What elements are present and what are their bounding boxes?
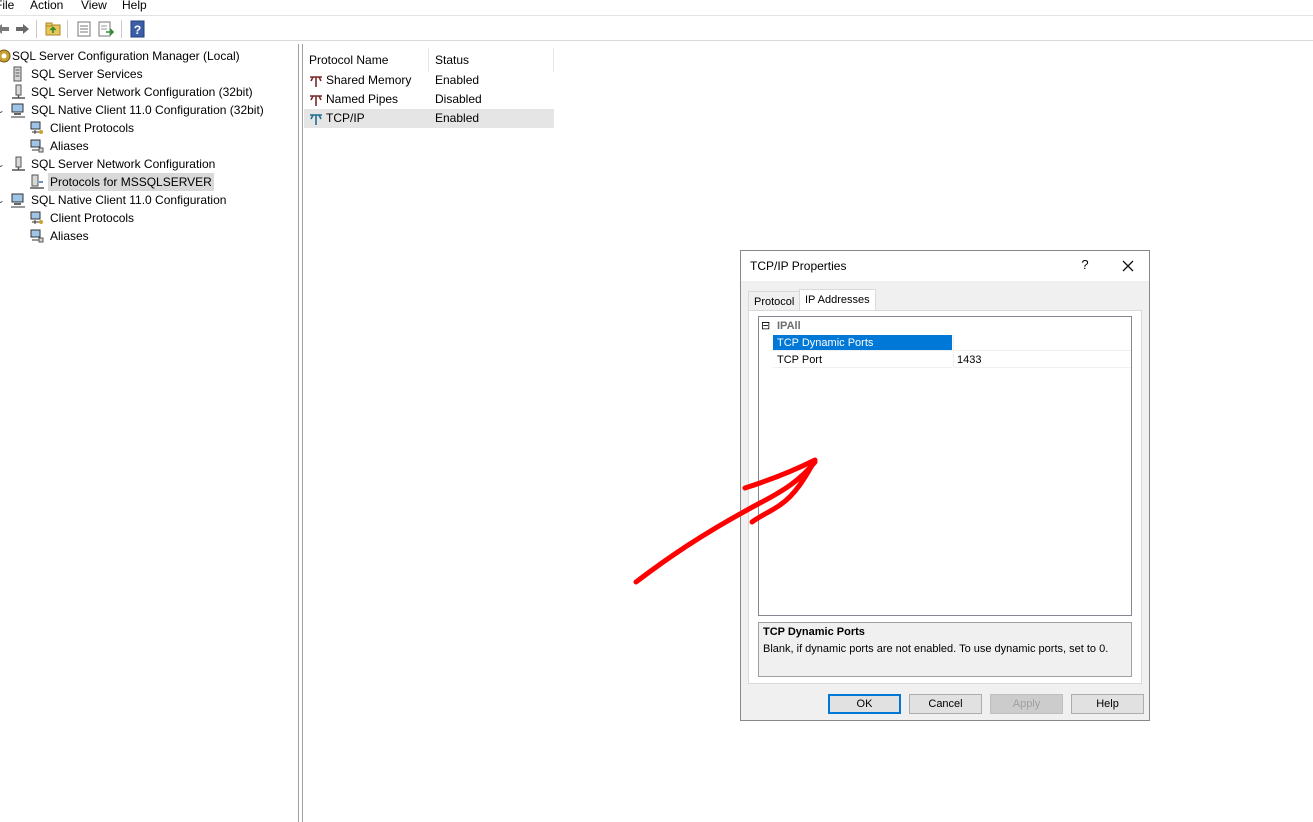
list-row-tcp-ip[interactable]: TCP/IP Enabled	[304, 109, 554, 128]
tree-root-label: SQL Server Configuration Manager (Local)	[12, 49, 240, 63]
property-name: TCP Port	[773, 352, 952, 368]
tree-item-aliases[interactable]: Aliases	[0, 227, 298, 245]
description-text: Blank, if dynamic ports are not enabled.…	[763, 643, 1109, 655]
server-protocols-icon	[29, 174, 45, 190]
up-folder-icon[interactable]	[44, 20, 62, 38]
tree-item-native-client-32bit[interactable]: ⌄ SQL Native Client 11.0 Configuration (…	[0, 101, 298, 119]
cancel-button[interactable]: Cancel	[909, 694, 982, 714]
aliases-icon	[29, 138, 45, 154]
client-computer-icon	[10, 192, 26, 208]
server-icon	[10, 66, 26, 82]
help-icon[interactable]: ?	[129, 20, 147, 38]
dialog-titlebar[interactable]: TCP/IP Properties ?	[741, 251, 1149, 281]
close-icon[interactable]	[1117, 255, 1139, 277]
toolbar: ?	[0, 15, 1313, 41]
list-row-named-pipes[interactable]: Named Pipes Disabled	[304, 90, 554, 109]
protocol-icon	[308, 73, 324, 89]
tree-item-protocols-mssqlserver[interactable]: Protocols for MSSQLSERVER	[0, 173, 298, 191]
expand-chevron-icon[interactable]: ⌄	[0, 191, 5, 209]
client-protocols-icon	[29, 120, 45, 136]
ip-addresses-panel: ⊟ IPAll TCP Dynamic Ports TCP Port 1433 …	[748, 310, 1142, 684]
console-tree: SQL Server Configuration Manager (Local)…	[0, 44, 299, 822]
configuration-manager-icon	[0, 48, 12, 64]
tree-item-label: Aliases	[50, 139, 89, 153]
column-header-protocol-name[interactable]: Protocol Name	[303, 48, 429, 72]
category-label: IPAll	[777, 320, 801, 332]
protocol-status: Enabled	[435, 111, 480, 125]
description-title: TCP Dynamic Ports	[763, 626, 865, 638]
network-config-icon	[10, 84, 26, 100]
tree-item-label: Client Protocols	[50, 121, 135, 135]
toolbar-separator	[67, 20, 68, 38]
client-protocols-icon	[29, 210, 45, 226]
property-grid: ⊟ IPAll TCP Dynamic Ports TCP Port 1433	[758, 316, 1132, 616]
tree-item-label: Aliases	[50, 229, 89, 243]
aliases-icon	[29, 228, 45, 244]
protocol-icon	[308, 111, 324, 127]
tree-item-label: SQL Server Network Configuration	[31, 157, 216, 171]
menu-view[interactable]: View	[81, 0, 107, 13]
menu-file[interactable]: File	[0, 0, 14, 13]
context-help-button[interactable]: ?	[1077, 257, 1093, 272]
protocol-status: Enabled	[435, 73, 480, 87]
properties-icon[interactable]	[75, 20, 93, 38]
property-row-tcp-port[interactable]: TCP Port 1433	[759, 352, 1131, 369]
property-name: TCP Dynamic Ports	[773, 335, 952, 351]
help-button[interactable]: Help	[1071, 694, 1144, 714]
tcpip-properties-dialog: TCP/IP Properties ? Protocol IP Addresse…	[740, 250, 1150, 721]
menu-help[interactable]: Help	[122, 0, 147, 13]
tree-item-label: SQL Native Client 11.0 Configuration (32…	[31, 103, 264, 117]
property-value-field[interactable]: 1433	[953, 352, 1131, 368]
toolbar-separator	[36, 20, 37, 38]
toolbar-separator	[121, 20, 122, 38]
protocol-name: TCP/IP	[326, 111, 365, 125]
expand-chevron-icon[interactable]: ⌄	[0, 155, 5, 173]
tree-item-network-config[interactable]: ⌄ SQL Server Network Configuration	[0, 155, 298, 173]
protocol-status: Disabled	[435, 92, 482, 106]
grid-category-ipall[interactable]: ⊟ IPAll	[759, 318, 1131, 335]
svg-text:?: ?	[134, 23, 141, 37]
client-computer-icon	[10, 102, 26, 118]
tree-item-label: SQL Server Network Configuration (32bit)	[31, 85, 253, 99]
dialog-title: TCP/IP Properties	[750, 259, 847, 273]
tree-item-label: SQL Server Services	[31, 67, 143, 81]
property-row-tcp-dynamic-ports[interactable]: TCP Dynamic Ports	[759, 335, 1131, 352]
menu-bar: File Action View Help	[0, 0, 1313, 14]
property-value-field[interactable]	[953, 335, 1131, 351]
ok-button[interactable]: OK	[828, 694, 901, 714]
network-config-icon	[10, 156, 26, 172]
list-row-shared-memory[interactable]: Shared Memory Enabled	[304, 71, 554, 90]
protocol-name: Named Pipes	[326, 92, 399, 106]
export-list-icon[interactable]	[97, 20, 115, 38]
tree-root[interactable]: SQL Server Configuration Manager (Local)	[0, 47, 298, 65]
property-description-box: TCP Dynamic Ports Blank, if dynamic port…	[758, 622, 1132, 677]
tab-protocol[interactable]: Protocol	[748, 291, 801, 311]
tree-item-label: Client Protocols	[50, 211, 135, 225]
column-header-status[interactable]: Status	[429, 48, 554, 72]
tree-item-label: SQL Native Client 11.0 Configuration	[31, 193, 227, 207]
forward-icon[interactable]	[13, 20, 31, 38]
protocol-name: Shared Memory	[326, 73, 412, 87]
tree-item-network-config-32bit[interactable]: SQL Server Network Configuration (32bit)	[0, 83, 298, 101]
tree-item-native-client[interactable]: ⌄ SQL Native Client 11.0 Configuration	[0, 191, 298, 209]
apply-button[interactable]: Apply	[990, 694, 1063, 714]
tree-item-sql-server-services[interactable]: SQL Server Services	[0, 65, 298, 83]
tree-item-client-protocols-32bit[interactable]: Client Protocols	[0, 119, 298, 137]
tree-item-client-protocols[interactable]: Client Protocols	[0, 209, 298, 227]
menu-action[interactable]: Action	[30, 0, 63, 13]
back-icon[interactable]	[0, 20, 12, 38]
tab-ip-addresses[interactable]: IP Addresses	[799, 289, 876, 311]
tree-item-aliases-32bit[interactable]: Aliases	[0, 137, 298, 155]
expand-chevron-icon[interactable]: ⌄	[0, 101, 5, 119]
protocol-icon	[308, 92, 324, 108]
collapse-icon[interactable]: ⊟	[761, 318, 770, 334]
tree-item-label: Protocols for MSSQLSERVER	[48, 173, 214, 191]
